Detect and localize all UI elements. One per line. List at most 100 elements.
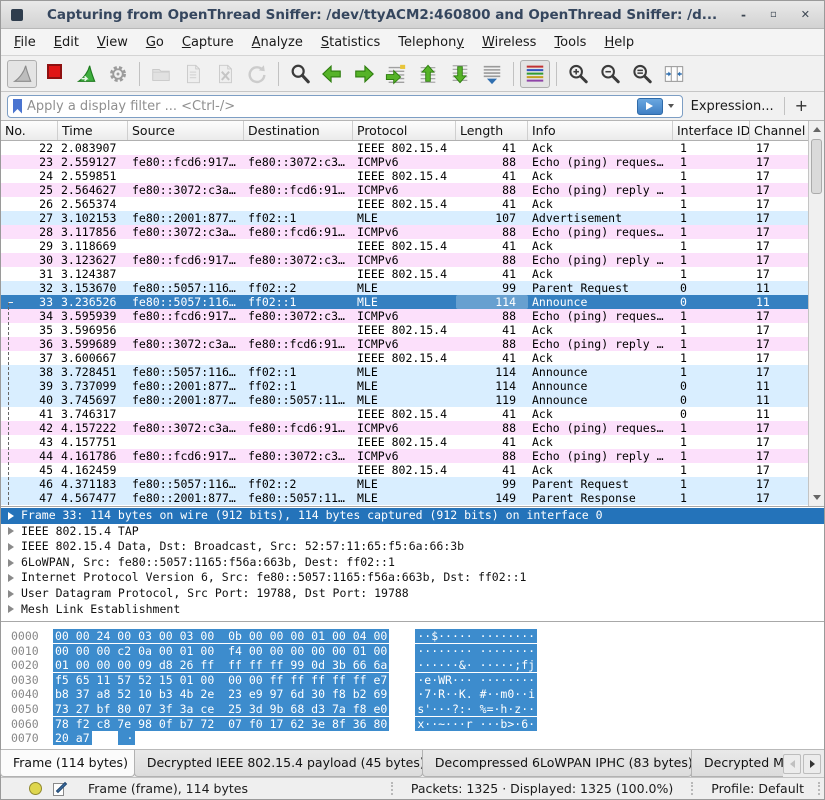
packet-row-36[interactable]: 363.599689fe80::3072:c3a…fe80::fcd6:91…I… bbox=[1, 337, 810, 351]
menu-item-view[interactable]: View bbox=[88, 31, 137, 54]
packet-row-22[interactable]: 222.083907IEEE 802.15.441Ack117 bbox=[1, 141, 810, 155]
status-profile[interactable]: Profile: Default bbox=[701, 781, 818, 796]
apply-filter-button[interactable] bbox=[637, 98, 663, 115]
expand-arrow-icon[interactable] bbox=[8, 590, 14, 598]
packet-row-43[interactable]: 434.157751IEEE 802.15.441Ack117 bbox=[1, 435, 810, 449]
packet-row-31[interactable]: 313.124387IEEE 802.15.441Ack117 bbox=[1, 267, 810, 281]
scrollbar-thumb[interactable] bbox=[811, 139, 822, 194]
expand-arrow-icon[interactable] bbox=[8, 574, 14, 582]
hex-ascii[interactable]: · bbox=[118, 731, 136, 745]
hex-row-0070[interactable]: 007020 a7 · bbox=[11, 731, 824, 746]
packet-row-38[interactable]: 383.728451fe80::5057:116…ff02::1MLE114An… bbox=[1, 365, 810, 379]
packet-list-scrollbar[interactable] bbox=[808, 121, 824, 506]
menu-item-analyze[interactable]: Analyze bbox=[243, 31, 312, 54]
capture-comment-icon[interactable] bbox=[52, 782, 66, 796]
hex-row-0030[interactable]: 0030f5 65 11 57 52 15 01 00 00 00 ff ff … bbox=[11, 673, 824, 688]
zoom-in-button[interactable] bbox=[563, 60, 593, 88]
packet-row-39[interactable]: 393.737099fe80::2001:877…ff02::1MLE114An… bbox=[1, 379, 810, 393]
menu-item-file[interactable]: File bbox=[5, 31, 45, 54]
column-header-length[interactable]: Length bbox=[456, 121, 528, 140]
menu-item-help[interactable]: Help bbox=[595, 31, 643, 54]
display-filter-input[interactable]: Apply a display filter ... <Ctrl-/> bbox=[7, 95, 683, 118]
packet-row-47[interactable]: 474.567477fe80::2001:877…fe80::5057:11…M… bbox=[1, 491, 810, 505]
go-to-packet-button[interactable] bbox=[381, 60, 411, 88]
hex-row-0010[interactable]: 001000 00 00 c2 0a 00 01 00 f4 00 00 00 … bbox=[11, 644, 824, 659]
close-button[interactable]: ✕ bbox=[801, 9, 810, 21]
capture-options-button[interactable] bbox=[103, 60, 133, 88]
expand-arrow-icon[interactable] bbox=[8, 512, 14, 520]
hex-ascii[interactable]: ·e·WR··· ········ bbox=[415, 673, 537, 687]
hex-ascii[interactable]: ·7·R··K. #··m0··i bbox=[415, 687, 537, 701]
packet-row-27[interactable]: 273.102153fe80::2001:877…ff02::1MLE107Ad… bbox=[1, 211, 810, 225]
expand-arrow-icon[interactable] bbox=[8, 527, 14, 535]
hex-ascii[interactable]: ··$····· ········ bbox=[415, 629, 537, 643]
hex-ascii[interactable]: ······&· ·····;fj bbox=[415, 658, 537, 672]
packet-row-29[interactable]: 293.118669IEEE 802.15.441Ack117 bbox=[1, 239, 810, 253]
hex-row-0000[interactable]: 000000 00 24 00 03 00 03 00 0b 00 00 00 … bbox=[11, 629, 824, 644]
scroll-up-button[interactable] bbox=[809, 122, 824, 137]
hex-bytes[interactable]: 73 27 bf 80 07 3f 3a ce 25 3d 9b 68 d3 7… bbox=[53, 702, 389, 716]
packet-row-37[interactable]: 373.600667IEEE 802.15.441Ack117 bbox=[1, 351, 810, 365]
packet-row-34[interactable]: 343.595939fe80::fcd6:917…fe80::3072:c3…I… bbox=[1, 309, 810, 323]
filter-history-dropdown-icon[interactable] bbox=[668, 104, 674, 108]
auto-scroll-button[interactable] bbox=[477, 60, 507, 88]
detail-line-6[interactable]: Mesh Link Establishment bbox=[1, 602, 824, 618]
hex-bytes[interactable]: f5 65 11 57 52 15 01 00 00 00 ff ff ff f… bbox=[53, 673, 389, 687]
menu-item-capture[interactable]: Capture bbox=[173, 31, 243, 54]
packet-row-40[interactable]: 403.745697fe80::2001:877…fe80::5057:11…M… bbox=[1, 393, 810, 407]
resize-grip[interactable] bbox=[818, 782, 820, 795]
packet-row-25[interactable]: 252.564627fe80::3072:c3a…fe80::fcd6:91…I… bbox=[1, 183, 810, 197]
go-last-button[interactable] bbox=[445, 60, 475, 88]
colorize-button[interactable] bbox=[520, 60, 550, 88]
packet-row-45[interactable]: 454.162459IEEE 802.15.441Ack117 bbox=[1, 463, 810, 477]
expand-arrow-icon[interactable] bbox=[8, 605, 14, 613]
hex-bytes[interactable]: 00 00 00 c2 0a 00 01 00 f4 00 00 00 00 0… bbox=[53, 644, 389, 658]
hex-ascii[interactable]: s'···?:· %=·h·z·· bbox=[415, 702, 537, 716]
tab-scroll-right-button[interactable] bbox=[803, 754, 821, 774]
status-separator[interactable] bbox=[391, 782, 393, 795]
menu-item-tools[interactable]: Tools bbox=[545, 31, 595, 54]
menu-item-go[interactable]: Go bbox=[137, 31, 173, 54]
packet-row-23[interactable]: 232.559127fe80::fcd6:917…fe80::3072:c3…I… bbox=[1, 155, 810, 169]
expand-arrow-icon[interactable] bbox=[8, 559, 14, 567]
status-separator-2[interactable] bbox=[691, 782, 693, 795]
restart-capture-button[interactable] bbox=[71, 60, 101, 88]
packet-row-26[interactable]: 262.565374IEEE 802.15.441Ack117 bbox=[1, 197, 810, 211]
byte-view-tab-1[interactable]: Decrypted IEEE 802.15.4 payload (45 byte… bbox=[134, 750, 423, 777]
column-header-destination[interactable]: Destination bbox=[244, 121, 353, 140]
hex-bytes[interactable]: 01 00 00 00 09 d8 26 ff ff ff ff 99 0d 3… bbox=[53, 658, 389, 672]
hex-row-0040[interactable]: 0040b8 37 a8 52 10 b3 4b 2e 23 e9 97 6d … bbox=[11, 687, 824, 702]
detail-line-5[interactable]: User Datagram Protocol, Src Port: 19788,… bbox=[1, 586, 824, 602]
packet-row-33[interactable]: 333.236526fe80::5057:116…ff02::1MLE114An… bbox=[1, 295, 810, 309]
detail-line-1[interactable]: IEEE 802.15.4 TAP bbox=[1, 524, 824, 540]
packet-row-42[interactable]: 424.157222fe80::3072:c3a…fe80::fcd6:91…I… bbox=[1, 421, 810, 435]
zoom-reset-button[interactable] bbox=[627, 60, 657, 88]
column-header-no[interactable]: No. bbox=[1, 121, 58, 140]
minimize-button[interactable]: - bbox=[741, 9, 746, 21]
menu-item-telephony[interactable]: Telephony bbox=[389, 31, 473, 54]
go-first-button[interactable] bbox=[413, 60, 443, 88]
find-packet-button[interactable] bbox=[285, 60, 315, 88]
byte-view-tab-2[interactable]: Decompressed 6LoWPAN IPHC (83 bytes) bbox=[422, 750, 692, 777]
column-header-interface-id[interactable]: Interface ID bbox=[673, 121, 750, 140]
column-header-time[interactable]: Time bbox=[58, 121, 128, 140]
byte-view-tab-3[interactable]: Decrypted ML bbox=[691, 750, 783, 777]
bookmark-icon[interactable] bbox=[13, 99, 22, 114]
hex-bytes[interactable]: 20 a7 bbox=[53, 731, 92, 745]
hex-ascii[interactable]: x··~···r ···b>·6· bbox=[415, 717, 537, 731]
packet-row-44[interactable]: 444.161786fe80::fcd6:917…fe80::3072:c3…I… bbox=[1, 449, 810, 463]
packet-row-32[interactable]: 323.153670fe80::5057:116…ff02::2MLE99Par… bbox=[1, 281, 810, 295]
expand-arrow-icon[interactable] bbox=[8, 543, 14, 551]
detail-line-3[interactable]: 6LoWPAN, Src: fe80::5057:1165:f56a:663b,… bbox=[1, 555, 824, 571]
detail-line-2[interactable]: IEEE 802.15.4 Data, Dst: Broadcast, Src:… bbox=[1, 539, 824, 555]
expert-info-icon[interactable] bbox=[29, 782, 42, 795]
packet-row-30[interactable]: 303.123627fe80::fcd6:917…fe80::3072:c3…I… bbox=[1, 253, 810, 267]
expression-button[interactable]: Expression... bbox=[691, 99, 774, 114]
zoom-out-button[interactable] bbox=[595, 60, 625, 88]
column-header-source[interactable]: Source bbox=[128, 121, 244, 140]
go-forward-button[interactable] bbox=[349, 60, 379, 88]
menu-item-statistics[interactable]: Statistics bbox=[312, 31, 389, 54]
menu-item-edit[interactable]: Edit bbox=[45, 31, 88, 54]
hex-bytes[interactable]: b8 37 a8 52 10 b3 4b 2e 23 e9 97 6d 30 f… bbox=[53, 687, 389, 701]
packet-row-41[interactable]: 413.746317IEEE 802.15.441Ack011 bbox=[1, 407, 810, 421]
